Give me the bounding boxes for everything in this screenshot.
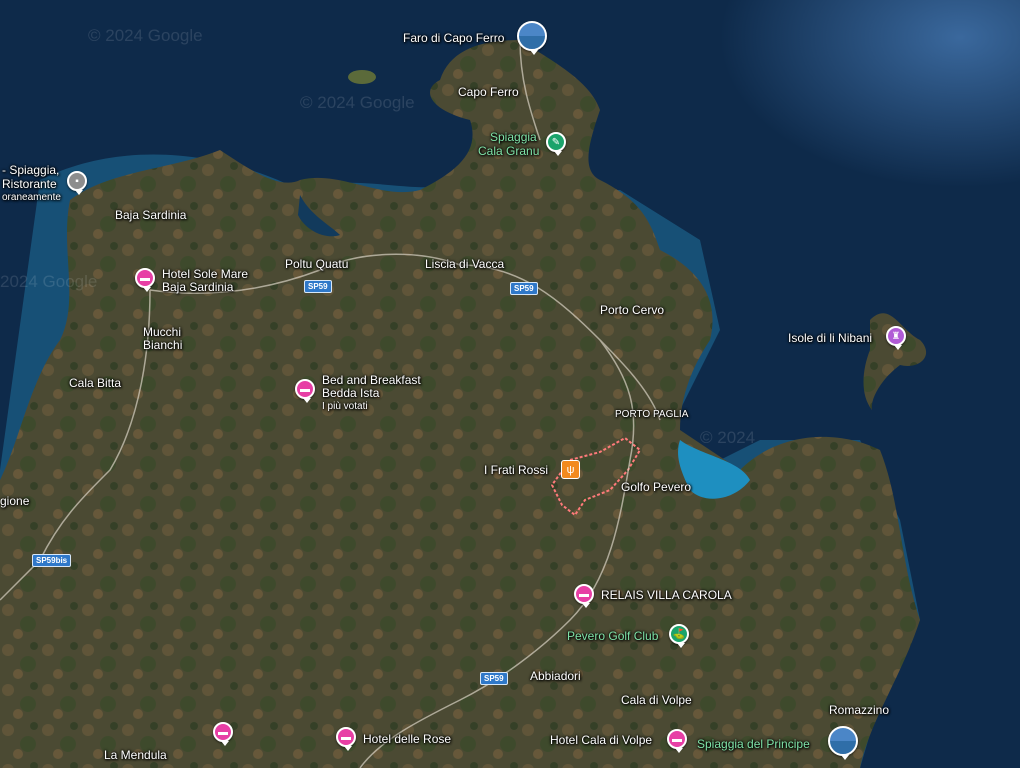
- place-label-hotel-delle-rose[interactable]: Hotel delle Rose: [363, 733, 451, 746]
- satellite-map[interactable]: © 2024 Google © 2024 Google 2024 Google …: [0, 0, 1020, 768]
- place-label-abbiadori[interactable]: Abbiadori: [530, 670, 581, 683]
- map-watermark: © 2024 Google: [88, 26, 203, 45]
- place-label-cala-bitta[interactable]: Cala Bitta: [69, 377, 121, 390]
- place-label-hotel-cala-di-volpe[interactable]: Hotel Cala di Volpe: [550, 734, 652, 747]
- place-label-faro[interactable]: Faro di Capo Ferro: [403, 32, 504, 45]
- place-label-poltu-quatu[interactable]: Poltu Quatu: [285, 258, 348, 271]
- hotel-pin-icon[interactable]: ▬: [135, 268, 155, 292]
- place-label-romazzino[interactable]: Romazzino: [829, 704, 889, 717]
- place-label-la-mendula[interactable]: La Mendula: [104, 749, 167, 762]
- golf-pin-icon[interactable]: ⛳: [669, 624, 689, 648]
- place-label-bedda-ista[interactable]: Bedda Ista: [322, 387, 379, 400]
- place-label-liscia-di-vacca[interactable]: Liscia di Vacca: [425, 258, 504, 271]
- place-label-cala-di-volpe[interactable]: Cala di Volpe: [621, 694, 692, 707]
- hotel-pin-icon[interactable]: ▬: [574, 584, 594, 608]
- place-label-pevero-golf[interactable]: Pevero Golf Club: [567, 630, 658, 643]
- place-label-relais-villa-carola[interactable]: RELAIS VILLA CAROLA: [601, 589, 732, 602]
- place-label-bianchi[interactable]: Bianchi: [143, 339, 182, 352]
- place-label-spiaggia[interactable]: Spiaggia: [490, 131, 537, 144]
- road-shield-sp59bis: SP59bis: [32, 554, 72, 567]
- map-imagery: [0, 0, 1020, 768]
- map-watermark: © 2024: [700, 428, 756, 447]
- place-label-gione[interactable]: gione: [0, 495, 29, 508]
- place-label-porto-cervo[interactable]: Porto Cervo: [600, 304, 664, 317]
- place-label-cala-granu[interactable]: Cala Granu: [478, 145, 539, 158]
- hotel-pin-icon[interactable]: ▬: [667, 729, 687, 753]
- restaurant-icon[interactable]: ψ: [561, 460, 580, 479]
- place-label-hotel-sole-mare-2[interactable]: Baja Sardinia: [162, 281, 233, 294]
- map-watermark: 2024 Google: [0, 272, 98, 291]
- place-label-frati-rossi[interactable]: I Frati Rossi: [484, 464, 548, 477]
- place-label-piu-votati: I più votati: [322, 401, 368, 412]
- photo-pin-icon[interactable]: [828, 726, 858, 760]
- place-label-ristorante[interactable]: Ristorante: [2, 178, 57, 191]
- place-label-temporaneamente: oraneamente: [2, 192, 61, 203]
- place-label-isole-nibani[interactable]: Isole di li Nibani: [788, 332, 872, 345]
- hotel-pin-icon[interactable]: ▬: [213, 722, 233, 746]
- road-shield-sp59: SP59: [304, 280, 332, 293]
- map-watermark: © 2024 Google: [300, 93, 415, 112]
- road-shield-sp59: SP59: [480, 672, 508, 685]
- landmark-pin-icon[interactable]: ♜: [886, 326, 906, 350]
- hotel-pin-icon[interactable]: ▬: [295, 379, 315, 403]
- place-label-baja-sardinia[interactable]: Baja Sardinia: [115, 209, 186, 222]
- restaurant-pin-icon[interactable]: ▪: [67, 171, 87, 195]
- place-label-spiaggia-principe[interactable]: Spiaggia del Principe: [697, 738, 810, 751]
- road-shield-sp59: SP59: [510, 282, 538, 295]
- beach-pin-icon[interactable]: ✎: [546, 132, 566, 156]
- place-label-spiaggia-ristorante[interactable]: - Spiaggia,: [2, 164, 59, 177]
- place-label-capo-ferro[interactable]: Capo Ferro: [458, 86, 519, 99]
- photo-pin-icon[interactable]: [517, 21, 547, 55]
- hotel-pin-icon[interactable]: ▬: [336, 727, 356, 751]
- place-label-golfo-pevero[interactable]: Golfo Pevero: [621, 481, 691, 494]
- place-label-porto-paglia[interactable]: PORTO PAGLIA: [615, 408, 688, 421]
